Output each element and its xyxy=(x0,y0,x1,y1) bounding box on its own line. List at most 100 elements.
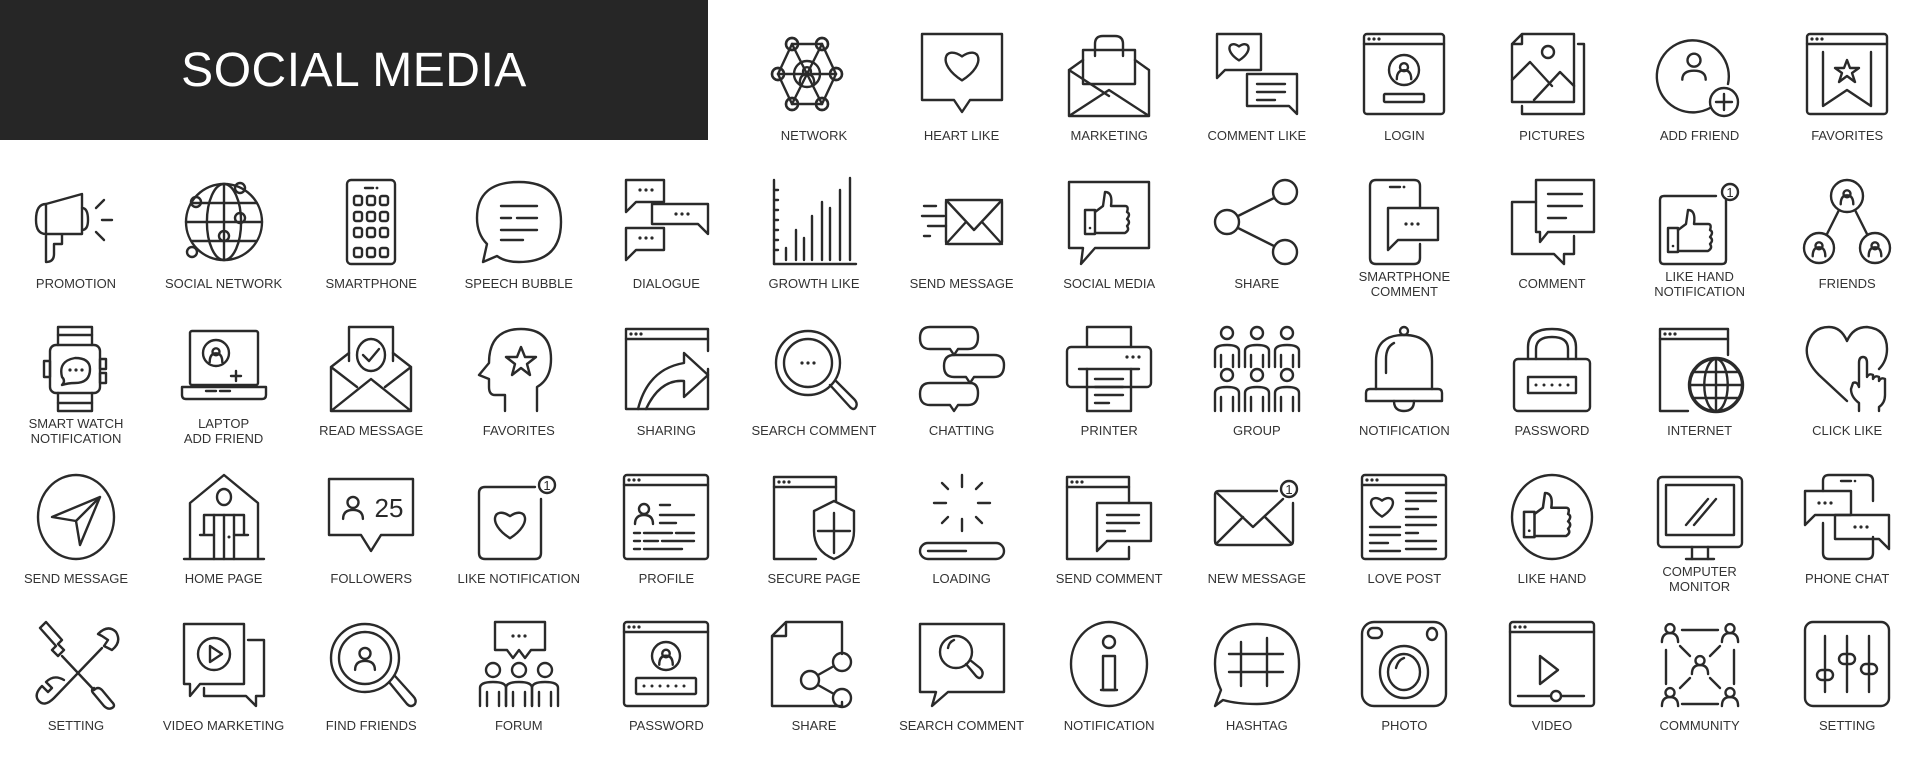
icon-tile-loading: LOADING xyxy=(888,443,1036,591)
icon-label-line: LOVE POST xyxy=(1367,570,1442,586)
icon-tile-smart-watch-notification: SMART WATCH NOTIFICATION xyxy=(2,295,150,446)
add-friend-icon xyxy=(1655,39,1739,118)
click-like-icon xyxy=(1805,325,1889,413)
icon-label-line: SHARING xyxy=(636,423,696,438)
icon-tile-photo: PHOTO xyxy=(1330,590,1478,738)
svg-text:1: 1 xyxy=(1285,482,1292,497)
icon-tile-social-network: SOCIAL NETWORK xyxy=(150,148,298,296)
profile-icon xyxy=(623,473,710,560)
icon-tile-speech-bubble: SPEECH BUBBLE xyxy=(445,148,593,296)
icon-label-line: NOTIFICATION xyxy=(1063,718,1155,733)
icon-label: LOGIN xyxy=(1320,128,1488,143)
growth-like-icon xyxy=(772,176,858,265)
icon-label-line: COMPUTER xyxy=(1662,563,1737,579)
icon-label-line: FIND FRIENDS xyxy=(325,718,417,733)
icon-label-line: NOTIFICATION xyxy=(1359,423,1450,438)
love-post-icon xyxy=(1361,473,1448,560)
comment-icon xyxy=(1510,178,1596,265)
icon-label: COMMUNITY xyxy=(1616,718,1784,733)
icon-tile-notification-bell: NOTIFICATION xyxy=(1330,295,1478,443)
icon-tile-send-message-envelope: SEND MESSAGE xyxy=(888,148,1036,296)
icon-tile-find-friends: FIND FRIENDS xyxy=(297,590,445,738)
forum-icon xyxy=(478,620,559,708)
icon-label-line: FAVORITES xyxy=(1811,128,1884,143)
icon-label: PASSWORD xyxy=(1468,423,1636,438)
svg-text:1: 1 xyxy=(543,478,550,493)
login-icon xyxy=(1363,32,1446,116)
like-notification-icon: 1 xyxy=(477,475,556,560)
icon-label: PROMOTION xyxy=(0,276,160,291)
icon-tile-share: SHARE xyxy=(1183,148,1331,296)
video-marketing-icon xyxy=(182,622,265,708)
page-title: SOCIAL MEDIA xyxy=(181,43,527,97)
icon-label: SEND MESSAGE xyxy=(0,571,160,586)
icon-tile-like-hand: LIKE HAND xyxy=(1478,443,1626,591)
icon-label-line: GROUP xyxy=(1232,423,1281,438)
icon-tile-share-file: SHARE xyxy=(740,590,888,738)
icon-label-line: CHATTING xyxy=(928,423,995,438)
share-file-icon xyxy=(770,620,853,709)
setting-sliders-icon xyxy=(1803,620,1891,708)
icon-label: LIKE HAND NOTIFICATION xyxy=(1616,269,1784,299)
icon-tile-click-like: CLICK LIKE xyxy=(1773,295,1920,443)
favorites-bookmark-icon xyxy=(1805,32,1889,116)
icon-label-line: PHOTO xyxy=(1381,718,1428,733)
icon-tile-favorites-head: FAVORITES xyxy=(445,295,593,443)
icon-label-line: SPEECH BUBBLE xyxy=(464,275,573,291)
icon-label: SOCIAL MEDIA xyxy=(1025,276,1193,291)
video-icon xyxy=(1508,620,1596,708)
icon-tile-printer: PRINTER xyxy=(1035,295,1183,443)
dialogue-icon xyxy=(625,178,710,261)
icon-tile-community: COMMUNITY xyxy=(1626,590,1774,738)
icon-label: FOLLOWERS xyxy=(287,571,455,586)
icon-tile-smartphone-comment: SMARTPHONE COMMENT xyxy=(1330,148,1478,299)
computer-monitor-icon xyxy=(1656,475,1743,560)
icon-label-line: SETTING xyxy=(47,718,105,733)
icon-label: SHARING xyxy=(582,423,750,438)
icon-label: SEARCH COMMENT xyxy=(878,718,1046,733)
svg-text:25: 25 xyxy=(375,493,404,523)
icon-label: NOTIFICATION xyxy=(1025,718,1193,733)
secure-page-icon xyxy=(772,475,856,560)
icon-label: SOCIAL NETWORK xyxy=(140,276,308,291)
icon-label: READ MESSAGE xyxy=(287,423,455,438)
marketing-icon xyxy=(1067,34,1151,118)
icon-tile-social-media: SOCIAL MEDIA xyxy=(1035,148,1183,296)
icon-tile-friends: FRIENDS xyxy=(1773,148,1920,296)
icon-label-line: PICTURES xyxy=(1519,128,1585,143)
icon-label-line: SEND MESSAGE xyxy=(909,275,1014,291)
icon-tile-send-message-plane: SEND MESSAGE xyxy=(2,443,150,591)
icon-label-line: FORUM xyxy=(494,718,543,733)
icon-label-line: SOCIAL NETWORK xyxy=(164,275,283,291)
icon-label-line: VIDEO MARKETING xyxy=(162,718,285,733)
icon-tile-favorites-bookmark: FAVORITES xyxy=(1773,0,1920,148)
icon-label: COMMENT xyxy=(1468,276,1636,291)
search-comment-bubble-icon xyxy=(918,622,1005,708)
icon-label: LIKE HAND xyxy=(1468,571,1636,586)
icon-tile-secure-page: SECURE PAGE xyxy=(740,443,888,591)
icon-tile-laptop-add-friend: LAPTOP ADD FRIEND xyxy=(150,295,298,446)
icon-label-line: PASSWORD xyxy=(1514,423,1590,438)
sharing-icon xyxy=(625,327,710,411)
loading-icon xyxy=(918,473,1005,560)
setting-tools-icon xyxy=(35,620,120,710)
icon-label-line: PRINTER xyxy=(1080,423,1138,438)
smartphone-icon xyxy=(345,178,397,265)
icon-label: FAVORITES xyxy=(1763,128,1920,143)
icon-label: FAVORITES xyxy=(435,423,603,438)
icon-tile-internet: INTERNET xyxy=(1626,295,1774,443)
icon-label-line: LIKE NOTIFICATION xyxy=(457,570,581,586)
icon-label-line: ADD FRIEND xyxy=(1659,128,1740,143)
icon-tile-growth-like: GROWTH LIKE xyxy=(740,148,888,296)
icon-label: CLICK LIKE xyxy=(1763,423,1920,438)
icon-tile-setting-sliders: SETTING xyxy=(1773,590,1920,738)
laptop-add-friend-icon xyxy=(180,329,267,401)
icon-tile-followers: 25 FOLLOWERS xyxy=(297,443,445,591)
icon-label: PRINTER xyxy=(1025,423,1193,438)
icon-label: LOADING xyxy=(878,571,1046,586)
icon-label: MARKETING xyxy=(1025,128,1193,143)
icon-tile-new-message: 1 NEW MESSAGE xyxy=(1183,443,1331,591)
icon-label: SEND MESSAGE xyxy=(878,276,1046,291)
icon-label: DIALOGUE xyxy=(582,276,750,291)
icon-label: GROUP xyxy=(1173,423,1341,438)
